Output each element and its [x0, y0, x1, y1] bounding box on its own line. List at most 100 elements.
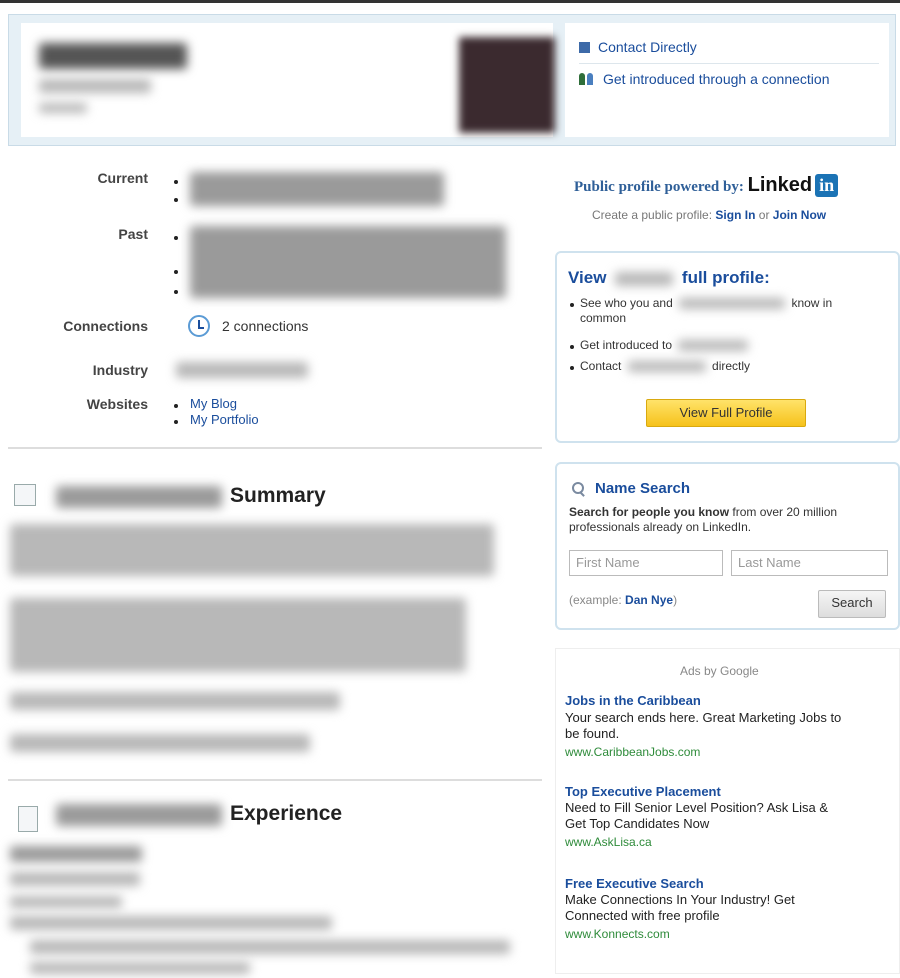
- name-search-desc-line2: professionals already on LinkedIn.: [569, 520, 752, 534]
- experience-text-redacted: [10, 896, 122, 908]
- profile-name-redacted: [39, 43, 187, 69]
- full-profile-suffix: full profile:: [681, 268, 770, 287]
- website-link-portfolio[interactable]: My Portfolio: [190, 412, 259, 427]
- ad-text-2-line1: Need to Fill Senior Level Position? Ask …: [565, 800, 829, 815]
- ad-text-3-line1: Make Connections In Your Industry! Get: [565, 892, 795, 907]
- experience-text-redacted: [10, 872, 140, 886]
- summary-title: Summary: [230, 484, 326, 507]
- divider: [579, 63, 879, 64]
- bullet1-prefix: See who you and: [580, 296, 673, 310]
- name-search-desc-rest: from over 20 million: [732, 505, 838, 519]
- bullet: [174, 180, 178, 184]
- industry-label: Industry: [92, 362, 148, 378]
- bullet: [174, 404, 178, 408]
- section-divider: [8, 447, 542, 449]
- create-profile-line: Create a public profile: Sign In or Join…: [592, 208, 826, 222]
- ad-url-2[interactable]: www.AskLisa.ca: [565, 835, 652, 849]
- example-name-link[interactable]: Dan Nye: [625, 593, 673, 607]
- summary-icon: [14, 484, 36, 506]
- connections-label: Connections: [63, 318, 148, 334]
- experience-text-redacted: [30, 940, 510, 954]
- bullet: [174, 270, 178, 274]
- search-example: (example: Dan Nye): [569, 593, 677, 608]
- ad-text-1-line1: Your search ends here. Great Marketing J…: [565, 710, 842, 725]
- bullet: [174, 236, 178, 240]
- full-profile-bullet-1: See who you and know in common: [580, 296, 832, 326]
- profile-header: Contact Directly Get introduced through …: [8, 14, 896, 146]
- connections-icon: [188, 315, 210, 337]
- name-search-description: Search for people you know from over 20 …: [569, 505, 837, 535]
- profile-location-redacted: [39, 103, 87, 113]
- name-redacted: [627, 361, 706, 373]
- name-search-desc-bold: Search for people you know: [569, 505, 730, 519]
- linkedin-logo-text: Linked: [747, 174, 813, 196]
- industry-redacted: [176, 362, 308, 378]
- bullet1-suffix: know in: [791, 296, 833, 310]
- ad-url-1[interactable]: www.CaribbeanJobs.com: [565, 745, 700, 759]
- view-full-profile-button[interactable]: View Full Profile: [646, 399, 806, 427]
- ad-text-2-line2: Get Top Candidates Now: [565, 816, 710, 831]
- top-border: [0, 0, 900, 3]
- ad-text-1-line2: be found.: [565, 726, 620, 741]
- first-name-input[interactable]: First Name: [569, 550, 723, 576]
- past-positions-redacted: [190, 226, 506, 298]
- sign-in-link[interactable]: Sign In: [715, 208, 755, 222]
- experience-text-redacted: [10, 916, 332, 930]
- create-profile-text: Create a public profile:: [592, 208, 713, 222]
- bullet: [570, 303, 574, 307]
- example-suffix: ): [673, 593, 678, 607]
- profile-card: [21, 23, 555, 137]
- name-redacted: [615, 271, 674, 286]
- ad-text-1: Your search ends here. Great Marketing J…: [565, 710, 900, 742]
- contact-directly-row[interactable]: Contact Directly: [579, 39, 697, 55]
- linkedin-logo-box: in: [815, 174, 839, 197]
- bullet1-cont: common: [580, 311, 627, 325]
- name-redacted: [679, 298, 786, 310]
- experience-owner-name-redacted: [56, 804, 222, 826]
- or-text: or: [758, 208, 770, 222]
- summary-text-redacted: [10, 598, 466, 672]
- bullet: [570, 366, 574, 370]
- ad-title-3[interactable]: Free Executive Search: [565, 876, 704, 891]
- contact-directly-link[interactable]: Contact Directly: [598, 39, 697, 55]
- website-link-blog[interactable]: My Blog: [190, 396, 237, 411]
- powered-by-text: Public profile powered by:: [574, 179, 744, 195]
- experience-text-redacted: [10, 846, 142, 862]
- people-icon: [579, 73, 595, 85]
- section-divider: [8, 779, 542, 781]
- name-redacted: [678, 340, 749, 352]
- ad-text-3-line2: Connected with free profile: [565, 908, 720, 923]
- current-label: Current: [97, 170, 148, 186]
- last-name-input[interactable]: Last Name: [731, 550, 888, 576]
- profile-photo: [459, 37, 555, 133]
- get-introduced-row[interactable]: Get introduced through a connection: [579, 71, 830, 87]
- summary-owner-name-redacted: [56, 486, 222, 508]
- bullet3-suffix: directly: [712, 359, 751, 373]
- join-now-link[interactable]: Join Now: [773, 208, 826, 222]
- ad-text-2: Need to Fill Senior Level Position? Ask …: [565, 800, 900, 832]
- envelope-icon: [579, 41, 590, 53]
- example-prefix: (example:: [569, 593, 622, 607]
- summary-text-redacted: [10, 734, 310, 752]
- profile-headline-redacted: [39, 79, 151, 93]
- ad-title-1[interactable]: Jobs in the Caribbean: [565, 693, 701, 708]
- websites-label: Websites: [86, 396, 148, 412]
- name-search-title: Name Search: [595, 480, 691, 497]
- bullet: [174, 420, 178, 424]
- current-position-redacted: [190, 172, 444, 206]
- bullet: [570, 345, 574, 349]
- full-profile-bullet-2: Get introduced to: [580, 338, 749, 353]
- powered-by: Public profile powered by: Linked in: [574, 174, 839, 197]
- ad-title-2[interactable]: Top Executive Placement: [565, 784, 721, 799]
- bullet2-prefix: Get introduced to: [580, 338, 673, 352]
- connections-count: 2 connections: [222, 318, 309, 334]
- get-introduced-link[interactable]: Get introduced through a connection: [603, 71, 830, 87]
- ads-heading: Ads by Google: [680, 664, 759, 678]
- summary-text-redacted: [10, 524, 494, 576]
- full-profile-bullet-3: Contact directly: [580, 359, 750, 374]
- summary-text-redacted: [10, 692, 340, 710]
- view-word: View: [568, 268, 607, 287]
- name-search-button[interactable]: Search: [818, 590, 886, 618]
- experience-icon: [18, 806, 38, 832]
- ad-url-3[interactable]: www.Konnects.com: [565, 927, 670, 941]
